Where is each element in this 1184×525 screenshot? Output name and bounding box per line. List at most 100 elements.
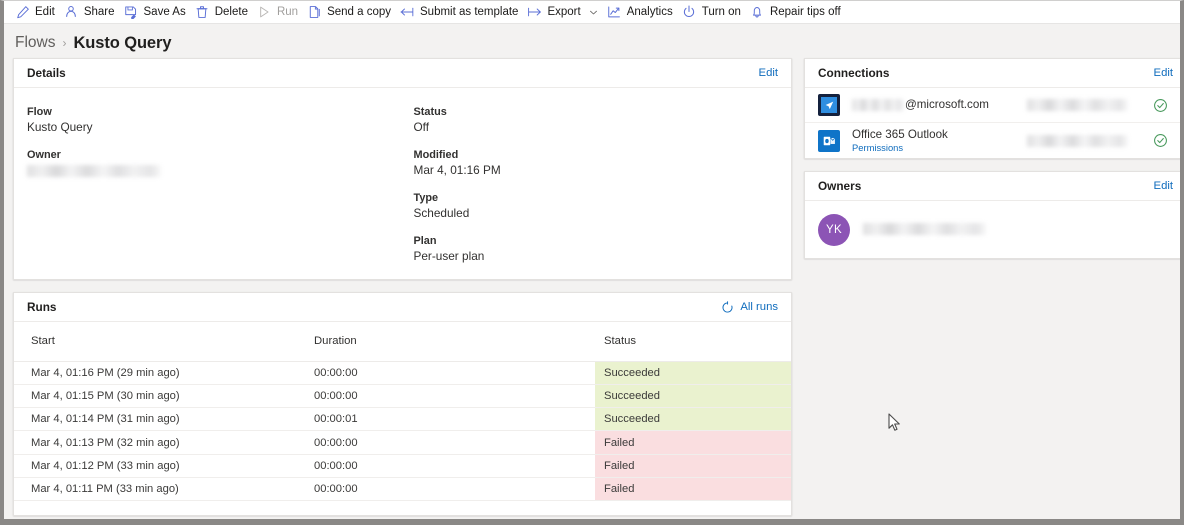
- command-label: Edit: [35, 6, 55, 18]
- owners-card-header: Owners Edit: [805, 172, 1180, 201]
- command-label: Delete: [214, 6, 248, 18]
- details-edit-link[interactable]: Edit: [759, 67, 778, 79]
- connection-row[interactable]: @microsoft.com: [805, 88, 1180, 123]
- field-type: Type Scheduled: [414, 191, 792, 221]
- run-duration: 00:00:00: [305, 384, 595, 409]
- field-label: Owner: [27, 149, 61, 161]
- run-status: Failed: [595, 454, 791, 478]
- run-start: Mar 4, 01:12 PM (33 min ago): [14, 454, 305, 478]
- redacted-value: [863, 223, 986, 236]
- chevron-down-icon[interactable]: [589, 8, 598, 17]
- copy-icon: [307, 5, 322, 20]
- connection-row[interactable]: Office 365 Outlook Permissions: [805, 123, 1180, 158]
- field-modified: Modified Mar 4, 01:16 PM: [414, 148, 792, 178]
- breadcrumb: Flows › Kusto Query: [4, 24, 1180, 58]
- command-submit-as-template[interactable]: Submit as template: [398, 1, 525, 23]
- share-icon: [64, 5, 79, 20]
- avatar: YK: [818, 213, 850, 246]
- run-duration: 00:00:00: [305, 477, 595, 502]
- run-start: Mar 4, 01:16 PM (29 min ago): [14, 361, 305, 385]
- owners-card: Owners Edit YK: [804, 171, 1180, 259]
- save-as-icon: [124, 5, 139, 20]
- run-duration: 00:00:00: [305, 361, 595, 385]
- connection-name-text: @microsoft.com: [905, 98, 989, 111]
- trash-icon: [195, 5, 210, 20]
- table-row[interactable]: Mar 4, 01:16 PM (29 min ago) 00:00:00 Succ…: [14, 361, 791, 385]
- command-label: Analytics: [626, 6, 673, 18]
- table-row[interactable]: Mar 4, 01:15 PM (30 min ago) 00:00:00 Succ…: [14, 384, 791, 409]
- field-value: Scheduled: [413, 206, 470, 220]
- connections-card-body: @microsoft.com Office 365 Outlook Permissi…: [805, 88, 1180, 158]
- submit-icon: [400, 5, 415, 20]
- right-column: Connections Edit @microsoft.com Office 36…: [804, 58, 1180, 259]
- connection-permissions-link[interactable]: Permissions: [852, 142, 1027, 154]
- column-header-duration[interactable]: Duration: [305, 322, 595, 362]
- command-save-as[interactable]: Save As: [122, 1, 193, 23]
- details-left-fields: Flow Kusto Query Owner: [14, 105, 403, 279]
- redacted-value: [852, 99, 904, 111]
- connections-card: Connections Edit @microsoft.com Office 36…: [804, 58, 1180, 159]
- owners-edit-link[interactable]: Edit: [1154, 180, 1173, 192]
- table-row[interactable]: Mar 4, 01:13 PM (32 min ago) 00:00:00 Fail…: [14, 430, 791, 455]
- column-header-status[interactable]: Status: [595, 322, 791, 362]
- azure-data-explorer-icon: [818, 94, 840, 116]
- runs-card-title: Runs: [27, 300, 57, 314]
- page-title: Kusto Query: [73, 33, 172, 52]
- all-runs-link[interactable]: All runs: [740, 301, 778, 313]
- breadcrumb-flows-link[interactable]: Flows: [15, 34, 55, 52]
- field-plan: Plan Per-user plan: [414, 234, 792, 264]
- details-card-title: Details: [27, 66, 66, 80]
- command-send-a-copy[interactable]: Send a copy: [305, 1, 398, 23]
- table-row[interactable]: Mar 4, 01:11 PM (33 min ago) 00:00:00 Fail…: [14, 477, 791, 502]
- table-row[interactable]: Mar 4, 01:14 PM (31 min ago) 00:00:01 Succ…: [14, 407, 791, 432]
- owner-row[interactable]: YK: [805, 201, 1180, 258]
- connections-edit-link[interactable]: Edit: [1154, 67, 1173, 79]
- connections-card-header: Connections Edit: [805, 59, 1180, 88]
- field-owner: Owner: [27, 148, 403, 178]
- breadcrumb-separator: ›: [62, 36, 67, 50]
- command-export[interactable]: Export: [525, 1, 604, 23]
- owners-card-title: Owners: [818, 179, 862, 193]
- table-row[interactable]: Mar 4, 01:12 PM (33 min ago) 00:00:00 Fail…: [14, 454, 791, 478]
- export-icon: [527, 5, 542, 20]
- command-delete[interactable]: Delete: [193, 1, 255, 23]
- analytics-icon: [607, 5, 622, 20]
- redacted-value: [1027, 99, 1128, 111]
- main-content: Details Edit Flow Kusto Query Owner Status…: [4, 58, 1180, 517]
- connection-info: @microsoft.com: [852, 98, 1027, 112]
- run-status: Succeeded: [595, 384, 791, 409]
- command-repair-tips-off[interactable]: Repair tips off: [748, 1, 848, 23]
- field-label: Plan: [413, 235, 437, 247]
- connection-account: [1027, 134, 1147, 147]
- command-turn-on[interactable]: Turn on: [680, 1, 748, 23]
- field-status: Status Off: [414, 105, 792, 135]
- command-analytics[interactable]: Analytics: [605, 1, 680, 23]
- run-duration: 00:00:00: [305, 430, 595, 455]
- connection-name: @microsoft.com: [852, 98, 1027, 112]
- bell-icon: [750, 5, 765, 20]
- runs-table-footer: [14, 501, 791, 516]
- command-edit[interactable]: Edit: [13, 1, 62, 23]
- runs-table-head: Start Duration Status: [14, 322, 791, 362]
- column-header-start[interactable]: Start: [14, 322, 305, 362]
- field-label: Status: [413, 106, 447, 118]
- command-label: Save As: [143, 6, 186, 18]
- details-card-header: Details Edit: [14, 59, 791, 88]
- run-status: Failed: [595, 477, 791, 502]
- command-label: Share: [83, 6, 115, 18]
- field-flow: Flow Kusto Query: [27, 105, 403, 135]
- left-column: Details Edit Flow Kusto Query Owner Status…: [13, 58, 792, 517]
- field-value: [27, 163, 403, 178]
- runs-table-body: Mar 4, 01:16 PM (29 min ago) 00:00:00 Succ…: [14, 361, 791, 502]
- command-label: Repair tips off: [769, 6, 841, 18]
- run-status: Succeeded: [595, 407, 791, 432]
- office365-outlook-icon: [818, 129, 840, 152]
- connections-card-title: Connections: [818, 66, 890, 80]
- command-share[interactable]: Share: [62, 1, 122, 23]
- refresh-icon[interactable]: [720, 300, 734, 314]
- owner-name: [863, 221, 986, 239]
- field-value: Kusto Query: [27, 120, 93, 134]
- command-label: Run: [276, 6, 299, 18]
- runs-card-body: Start Duration Status Mar 4, 01:16 PM (2…: [14, 322, 791, 516]
- owners-card-body: YK: [805, 201, 1180, 258]
